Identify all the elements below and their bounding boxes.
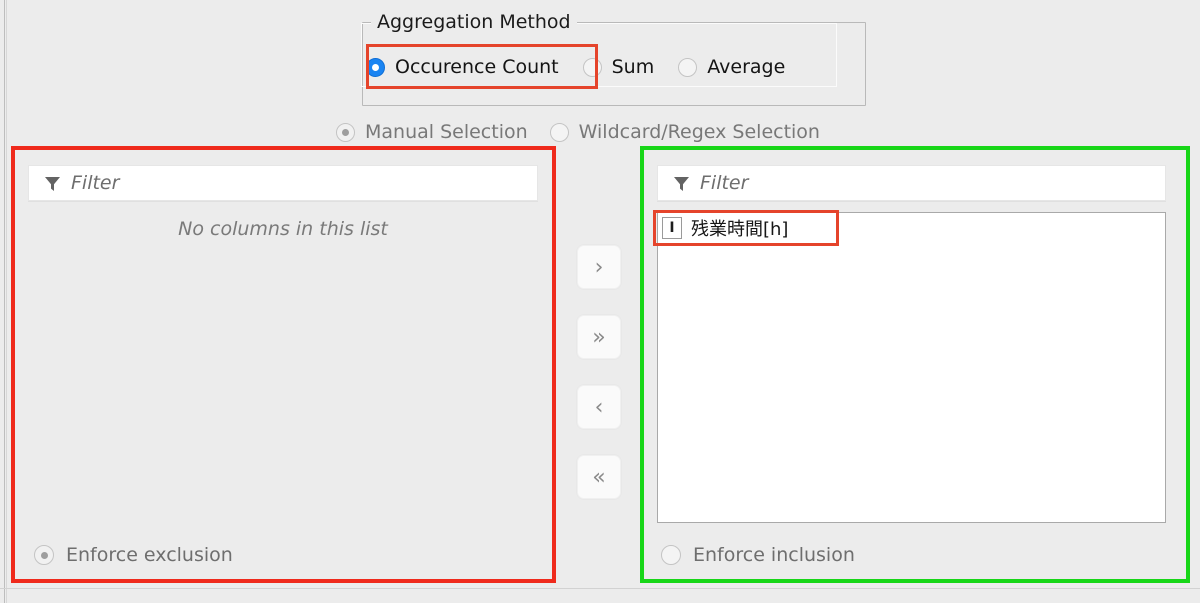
radio-sum-indicator[interactable]: [582, 57, 602, 77]
list-item[interactable]: I 残業時間[h]: [658, 213, 1165, 243]
panel-bottom-divider: [0, 588, 1200, 589]
radio-occurence-count-indicator[interactable]: [366, 57, 385, 77]
panel-left-edge-highlight: [6, 0, 7, 603]
radio-average[interactable]: Average: [678, 50, 785, 84]
enforce-inclusion-radio[interactable]: Enforce inclusion: [661, 540, 855, 570]
radio-manual-selection-indicator[interactable]: [336, 122, 355, 142]
move-all-right-button[interactable]: »: [577, 315, 621, 359]
radio-sum[interactable]: Sum: [582, 50, 655, 84]
left-filter-input[interactable]: Filter: [28, 165, 538, 201]
enforce-inclusion-indicator[interactable]: [661, 545, 681, 565]
aggregation-method-title: Aggregation Method: [371, 11, 577, 33]
transfer-button-group: › » ‹ «: [577, 245, 621, 499]
right-filter-input[interactable]: Filter: [657, 165, 1166, 201]
radio-occurence-count-label: Occurence Count: [395, 56, 559, 78]
excluded-columns-highlight: [11, 146, 556, 583]
move-all-right-icon: »: [592, 324, 606, 350]
funnel-icon: [45, 176, 60, 191]
radio-average-indicator[interactable]: [678, 57, 698, 77]
radio-manual-selection-label: Manual Selection: [365, 121, 528, 143]
move-right-button[interactable]: ›: [577, 245, 621, 289]
radio-average-label: Average: [707, 56, 786, 78]
radio-wildcard-regex-selection-label: Wildcard/Regex Selection: [578, 121, 820, 143]
aggregation-method-radio-group: Occurence Count Sum Average: [366, 50, 785, 84]
enforce-exclusion-indicator[interactable]: [34, 545, 54, 565]
radio-wildcard-regex-selection[interactable]: Wildcard/Regex Selection: [549, 115, 820, 149]
integer-column-icon: I: [662, 217, 682, 239]
list-item-label: 残業時間[h]: [691, 219, 789, 240]
move-all-left-icon: «: [592, 464, 606, 490]
enforce-exclusion-label: Enforce exclusion: [66, 544, 233, 566]
right-filter-placeholder: Filter: [700, 172, 749, 194]
move-left-icon: ‹: [594, 394, 604, 420]
left-list-empty-message: No columns in this list: [178, 218, 388, 240]
move-right-icon: ›: [594, 254, 604, 280]
panel-left-edge: [4, 0, 5, 603]
radio-sum-label: Sum: [611, 56, 655, 78]
radio-occurence-count[interactable]: Occurence Count: [366, 50, 559, 84]
move-all-left-button[interactable]: «: [577, 455, 621, 499]
enforce-inclusion-label: Enforce inclusion: [693, 544, 855, 566]
radio-wildcard-regex-selection-indicator[interactable]: [549, 122, 569, 142]
left-filter-placeholder: Filter: [71, 172, 120, 194]
enforce-exclusion-radio[interactable]: Enforce exclusion: [34, 540, 233, 570]
move-left-button[interactable]: ‹: [577, 385, 621, 429]
radio-manual-selection[interactable]: Manual Selection: [336, 115, 528, 149]
selection-mode-radio-group: Manual Selection Wildcard/Regex Selectio…: [336, 115, 820, 149]
funnel-icon: [674, 176, 689, 191]
included-columns-list[interactable]: I 残業時間[h]: [657, 212, 1166, 523]
